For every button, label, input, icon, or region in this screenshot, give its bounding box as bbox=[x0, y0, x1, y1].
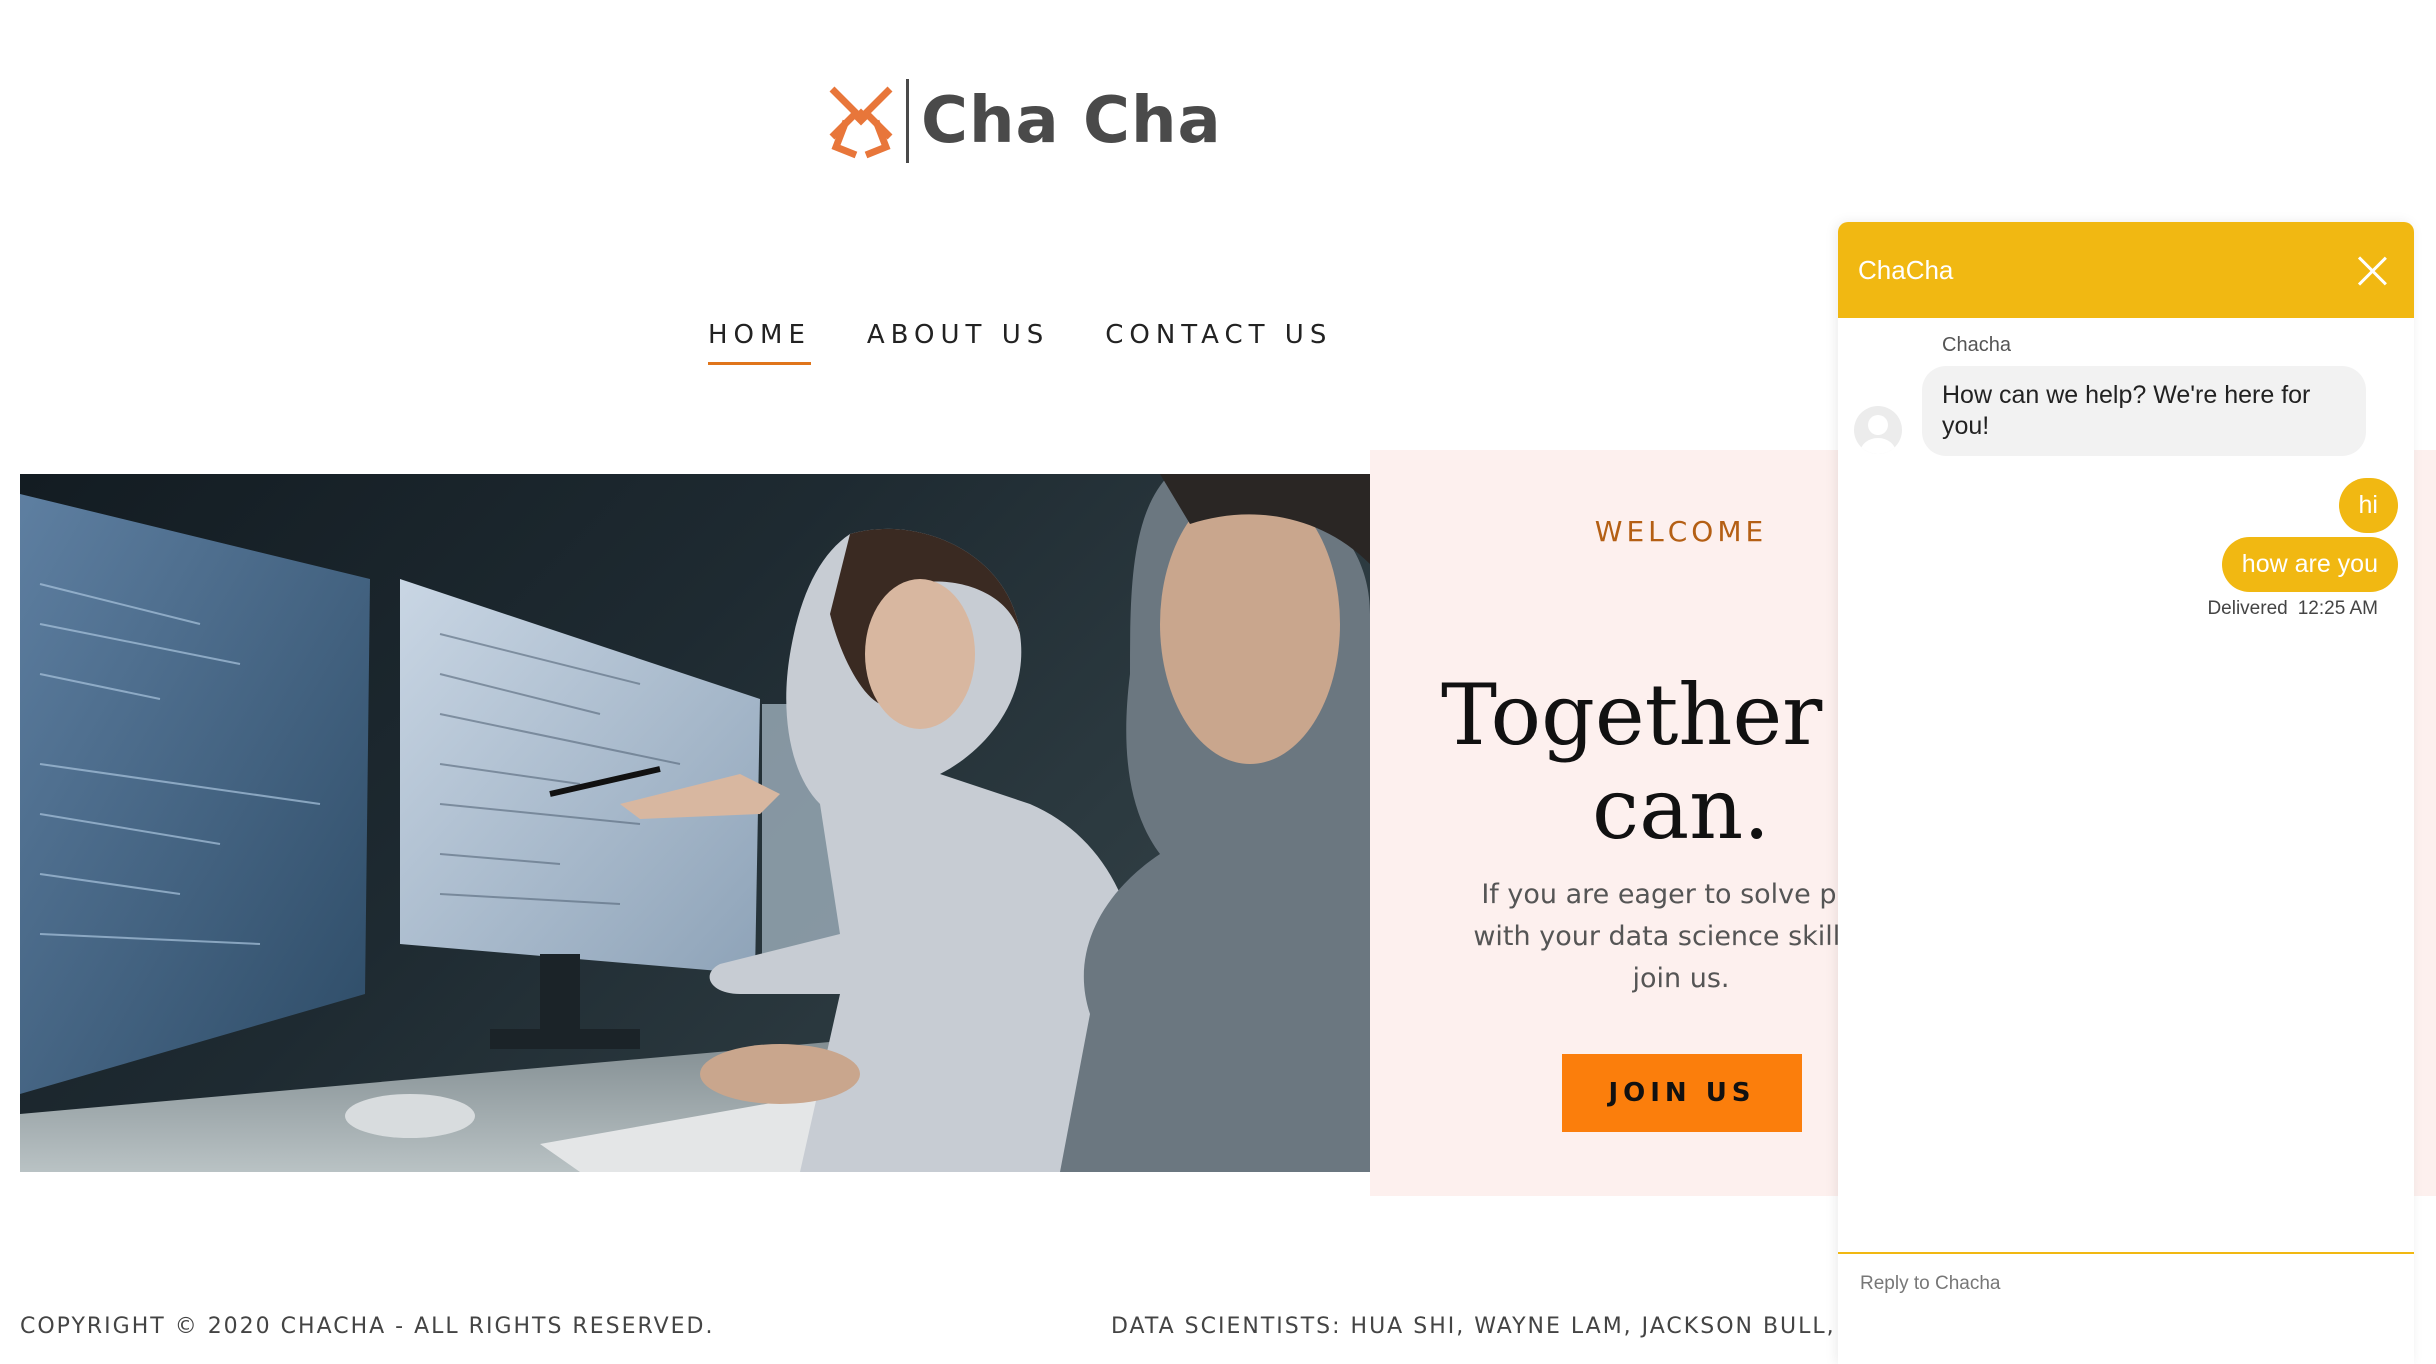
chat-widget: ChaCha Chacha How can we help? We're her… bbox=[1838, 222, 2414, 1364]
chat-header: ChaCha bbox=[1838, 222, 2414, 318]
agent-message: How can we help? We're here for you! bbox=[1922, 366, 2366, 456]
main-nav: HOME ABOUT US CONTACT US bbox=[708, 320, 1388, 365]
hero-photo bbox=[20, 474, 1370, 1172]
brand-name: Cha Cha bbox=[921, 84, 1222, 158]
nav-about-us[interactable]: ABOUT US bbox=[867, 320, 1049, 365]
delivery-time: 12:25 AM bbox=[2297, 598, 2378, 619]
chat-reply-input[interactable] bbox=[1858, 1272, 2402, 1296]
chat-title: ChaCha bbox=[1858, 254, 1954, 285]
chat-agent-name: Chacha bbox=[1942, 334, 2011, 356]
delivery-status-label: Delivered bbox=[2207, 598, 2288, 619]
close-icon[interactable] bbox=[2352, 250, 2392, 290]
logo-divider bbox=[906, 79, 909, 163]
nav-home[interactable]: HOME bbox=[708, 320, 811, 365]
user-message: how are you bbox=[2221, 537, 2398, 592]
nav-contact-us[interactable]: CONTACT US bbox=[1105, 320, 1332, 365]
chat-reply-area bbox=[1838, 1252, 2414, 1364]
brand-logo[interactable]: Cha Cha bbox=[826, 76, 1222, 166]
join-us-button[interactable]: JOIN US bbox=[1562, 1054, 1802, 1132]
footer-credits: DATA SCIENTISTS: HUA SHI, WAYNE LAM, JAC… bbox=[1111, 1314, 1880, 1339]
agent-avatar-icon bbox=[1854, 406, 1902, 454]
delivery-status: Delivered 12:25 AM bbox=[2207, 598, 2378, 620]
footer-copyright: COPYRIGHT © 2020 CHACHA - ALL RIGHTS RES… bbox=[20, 1314, 715, 1339]
chacha-logo-icon bbox=[826, 81, 896, 161]
user-message: hi bbox=[2338, 478, 2398, 533]
